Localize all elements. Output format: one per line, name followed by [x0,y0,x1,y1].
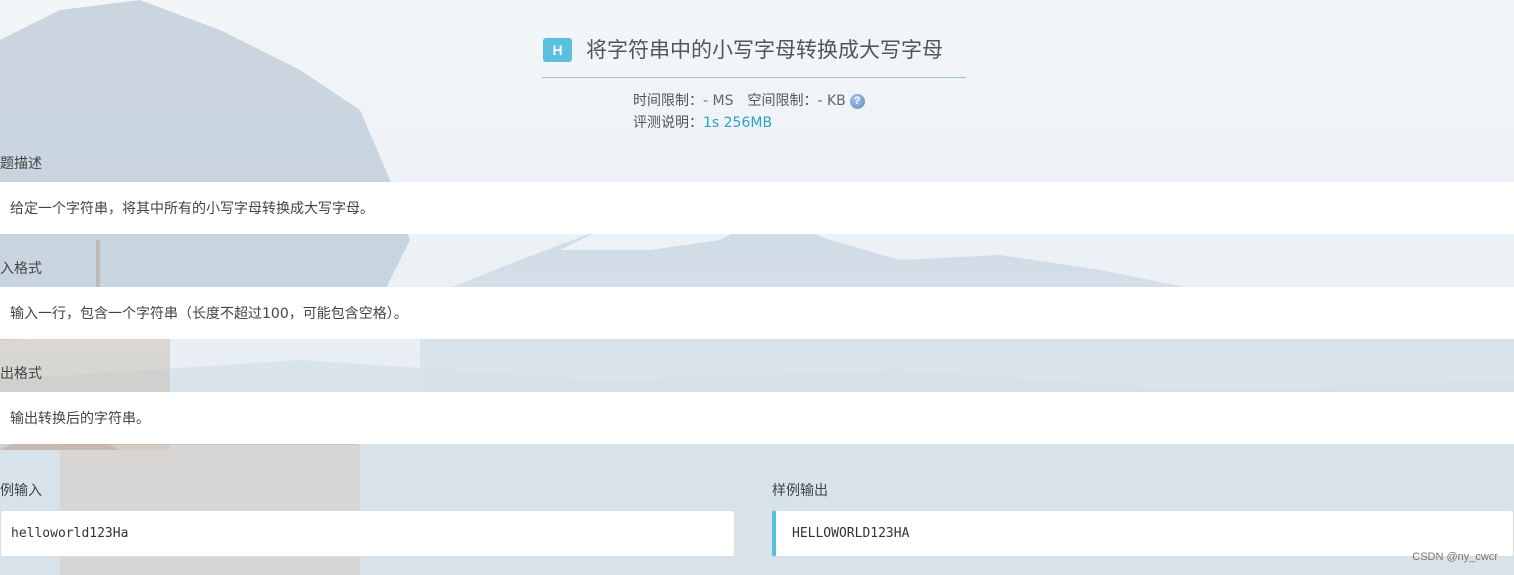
input-format-panel: 输入一行，包含一个字符串（长度不超过100，可能包含空格）。 [0,287,1514,339]
description-panel: 给定一个字符串，将其中所有的小写字母转换成大写字母。 [0,182,1514,234]
sample-output-label: 样例输出 [772,483,828,499]
judge-label: 评测说明： [633,115,703,131]
output-format-panel: 输出转换后的字符串。 [0,392,1514,444]
watermark: CSDN @ny_cwcr [1412,551,1498,563]
limits-info: 时间限制： - MS 空间限制： - KB ? 评测说明： 1s 256MB [633,90,865,134]
description-text: 给定一个字符串，将其中所有的小写字母转换成大写字母。 [10,201,374,217]
sample-output-box[interactable]: HELLOWORLD123HA [772,510,1514,557]
sample-input-value: helloworld123Ha [11,526,129,541]
input-format-text: 输入一行，包含一个字符串（长度不超过100，可能包含空格）。 [10,306,408,322]
space-limit-value: - KB [817,93,846,109]
difficulty-badge: H [543,38,572,62]
output-format-text: 输出转换后的字符串。 [10,411,150,427]
problem-header: H 将字符串中的小写字母转换成大写字母 [542,36,966,78]
space-limit-label: 空间限制： [747,93,818,109]
judge-row: 评测说明： 1s 256MB [633,112,865,134]
input-format-label: 输入格式 [0,261,42,277]
judge-value: 1s 256MB [703,115,773,131]
time-limit-value: - MS [703,93,734,109]
sample-output-value: HELLOWORLD123HA [792,526,910,541]
description-label: 问题描述 [0,156,42,172]
page-title: 将字符串中的小写字母转换成大写字母 [586,39,943,62]
limits-row: 时间限制： - MS 空间限制： - KB ? [633,90,865,112]
time-limit-label: 时间限制： [633,93,703,109]
sample-input-box[interactable]: helloworld123Ha [0,510,735,557]
sample-input-label: 样例输入 [0,483,42,499]
output-format-label: 输出格式 [0,366,42,382]
help-icon[interactable]: ? [849,93,865,109]
